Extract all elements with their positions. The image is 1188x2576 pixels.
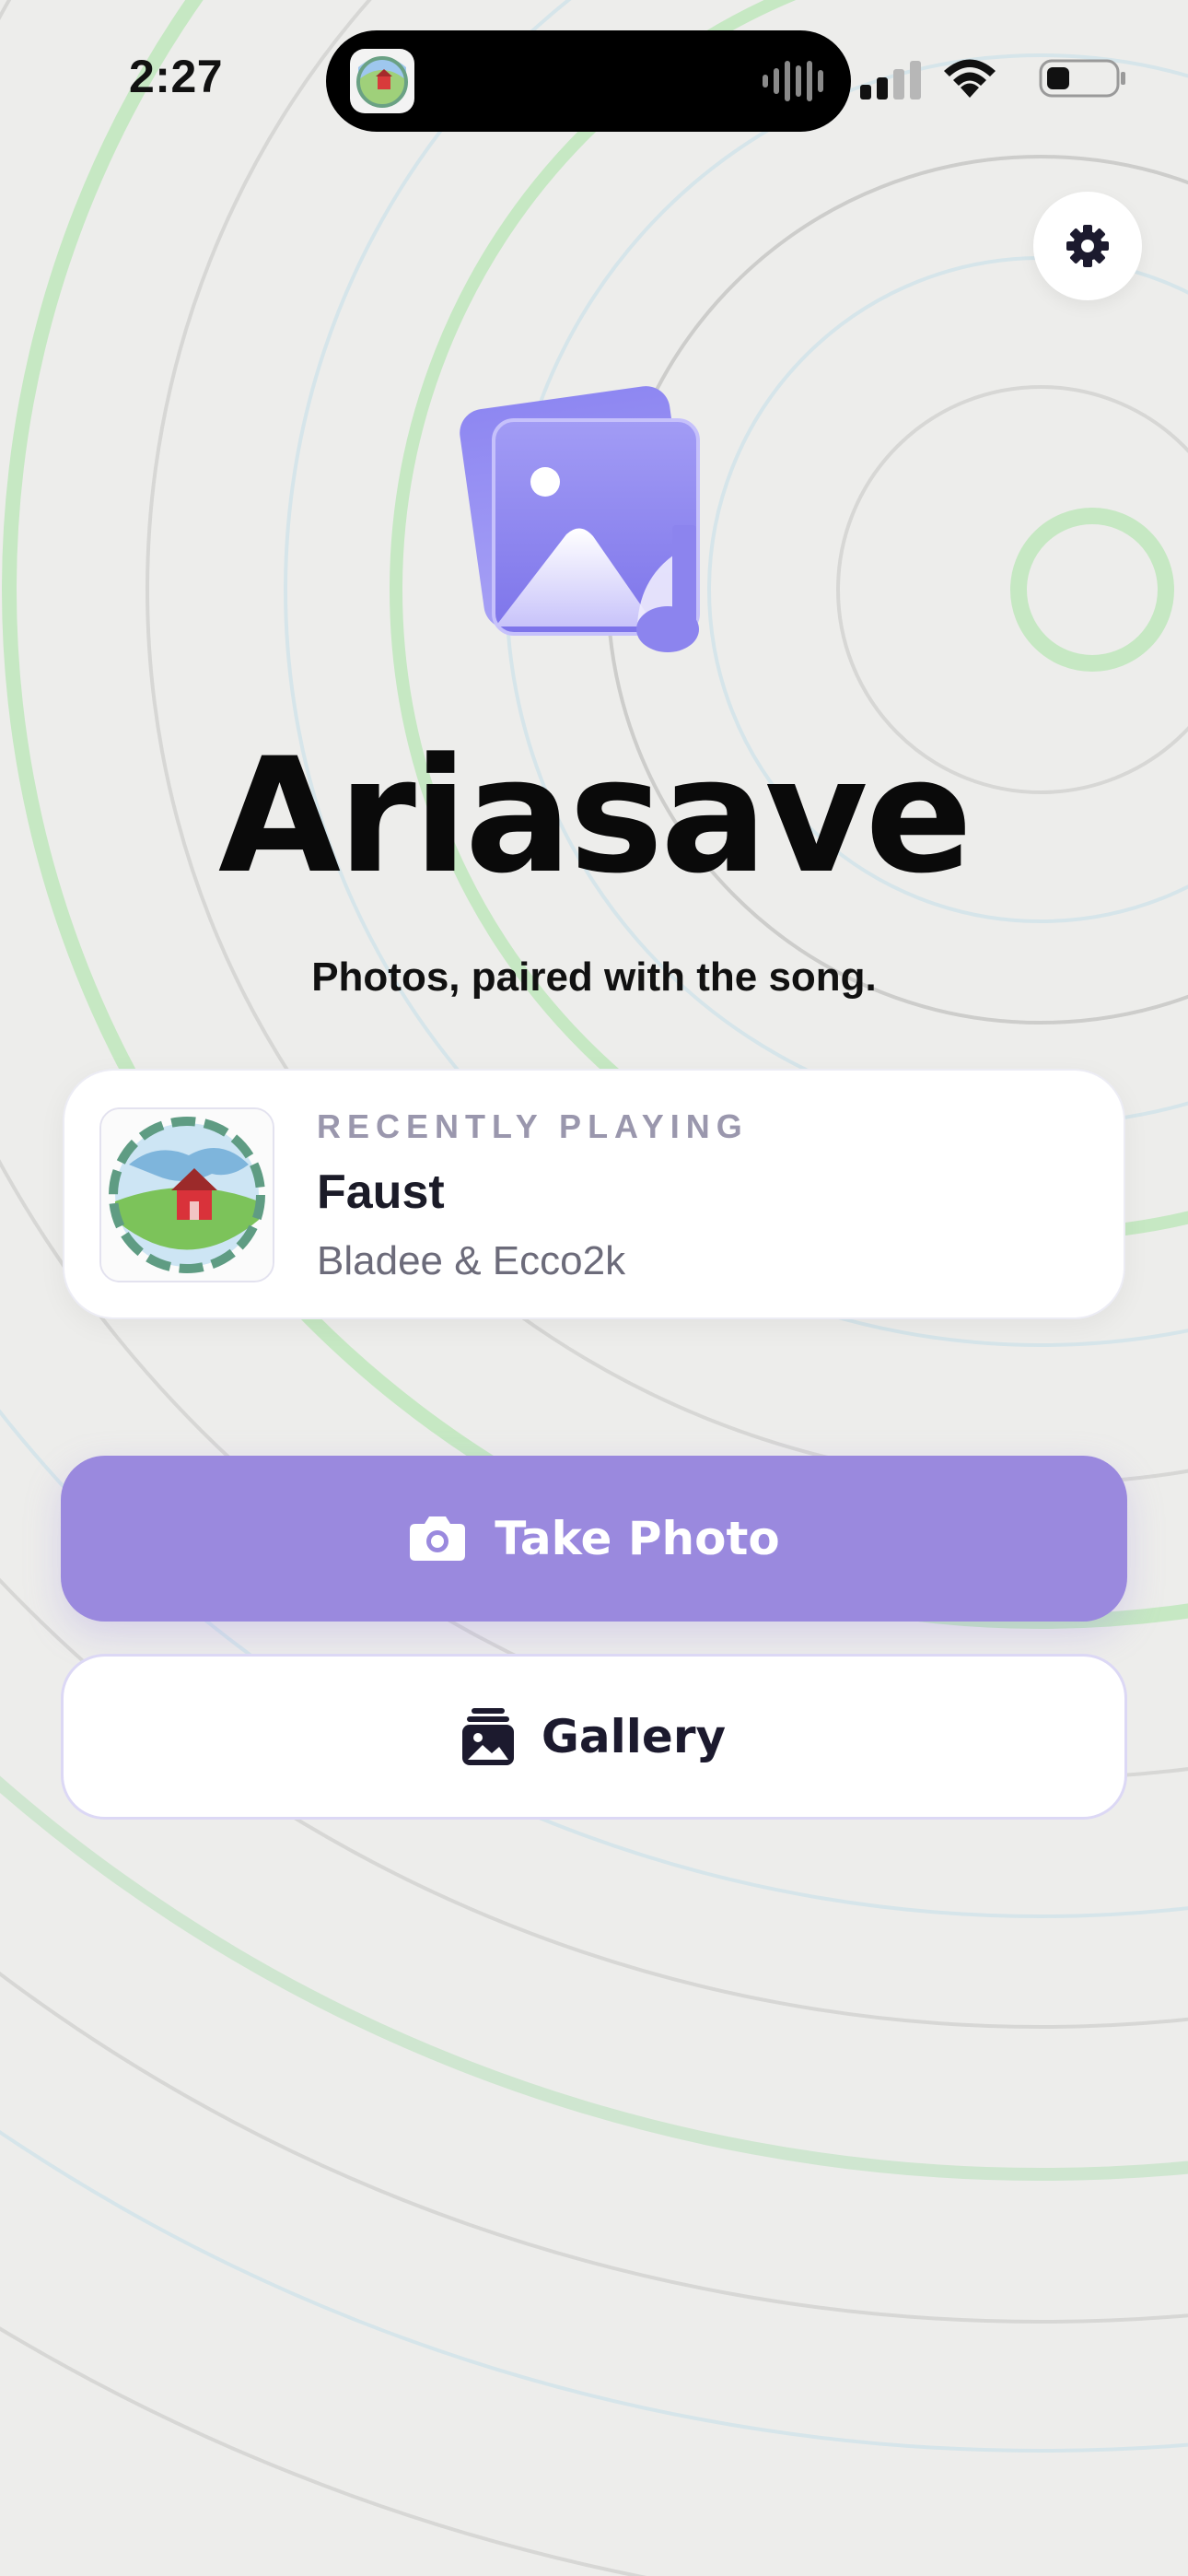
app-title: Ariasave bbox=[217, 723, 973, 908]
wifi-icon bbox=[944, 59, 996, 98]
app-tagline: Photos, paired with the song. bbox=[311, 954, 877, 1000]
track-title: Faust bbox=[317, 1165, 445, 1219]
dynamic-island[interactable] bbox=[326, 30, 851, 132]
battery-icon bbox=[1039, 59, 1125, 98]
recently-playing-label: RECENTLY PLAYING bbox=[317, 1107, 749, 1145]
audio-waveform-icon bbox=[763, 61, 823, 101]
app-screen: 2:27 Ariasave Photos, paired with the so… bbox=[0, 0, 1188, 2576]
camera-icon bbox=[410, 1516, 466, 1561]
gallery-stack-icon bbox=[461, 1708, 514, 1765]
gear-icon bbox=[1066, 225, 1109, 267]
status-bar-time: 2:27 bbox=[129, 51, 224, 102]
app-activity-icon bbox=[350, 49, 414, 113]
album-art bbox=[99, 1107, 274, 1282]
take-photo-label: Take Photo bbox=[495, 1512, 780, 1565]
photo-music-note-logo bbox=[460, 386, 700, 652]
gallery-label: Gallery bbox=[541, 1710, 727, 1763]
cellular-signal-icon bbox=[860, 61, 921, 100]
now-playing-card[interactable]: RECENTLY PLAYING Faust Bladee & Ecco2k bbox=[63, 1069, 1125, 1319]
gallery-button[interactable]: Gallery bbox=[61, 1654, 1127, 1820]
take-photo-button[interactable]: Take Photo bbox=[61, 1456, 1127, 1622]
settings-button[interactable] bbox=[1033, 192, 1142, 300]
track-artist: Bladee & Ecco2k bbox=[317, 1238, 626, 1283]
status-indicators bbox=[833, 53, 1127, 100]
